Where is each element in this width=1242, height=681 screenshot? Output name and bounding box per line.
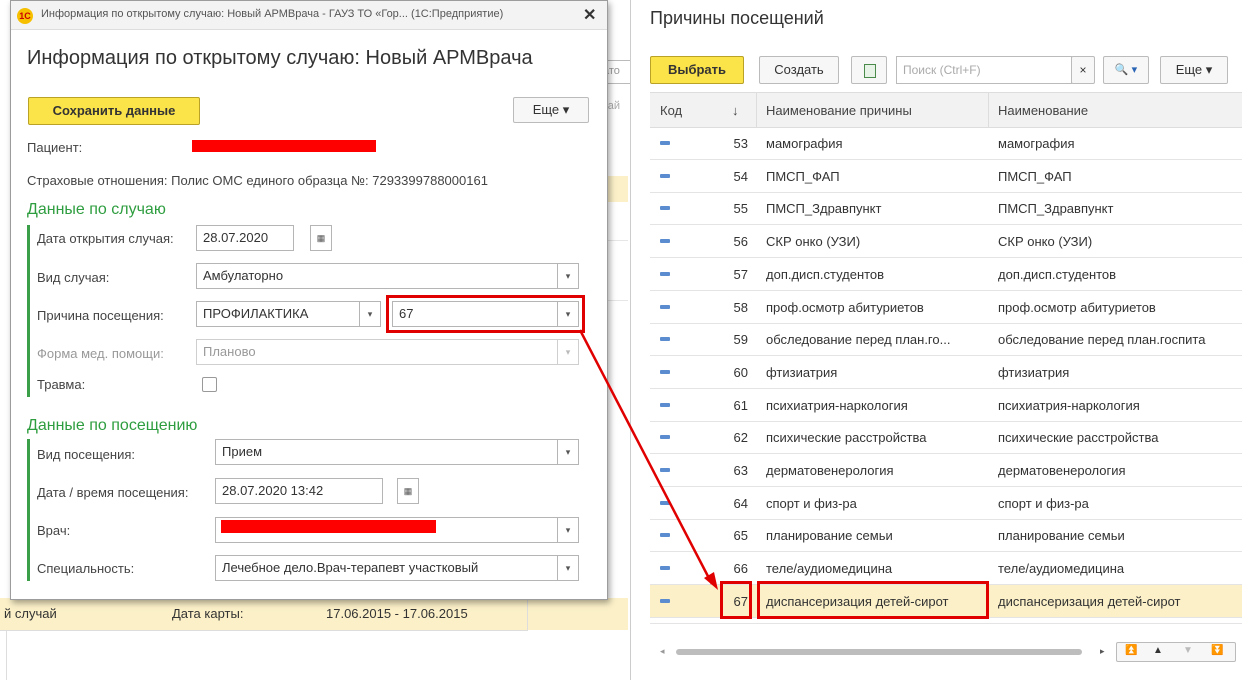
arrow-line <box>578 329 714 585</box>
annotation-arrow <box>578 329 718 590</box>
